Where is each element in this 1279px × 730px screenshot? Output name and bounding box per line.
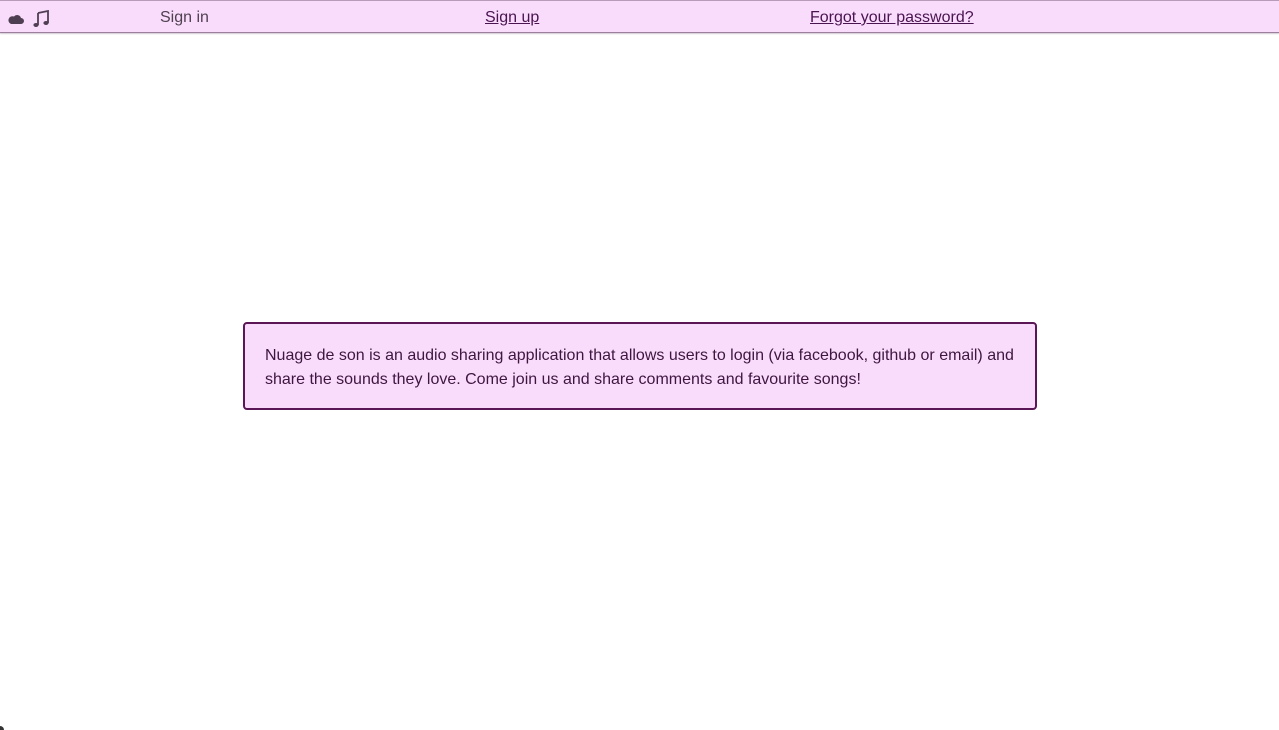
sign-in-label: Sign in: [160, 9, 209, 26]
about-description-text: Nuage de son is an audio sharing applica…: [265, 347, 1014, 388]
music-note-icon: [32, 10, 50, 28]
about-description-box: Nuage de son is an audio sharing applica…: [243, 322, 1037, 410]
sign-up-link[interactable]: Sign up: [485, 9, 539, 27]
logo[interactable]: [8, 9, 50, 29]
window-corner: [0, 726, 4, 730]
forgot-password-link[interactable]: Forgot your password?: [810, 9, 974, 27]
top-navigation-bar: Sign in Sign up Forgot your password?: [0, 0, 1279, 33]
cloud-icon: [8, 13, 24, 25]
